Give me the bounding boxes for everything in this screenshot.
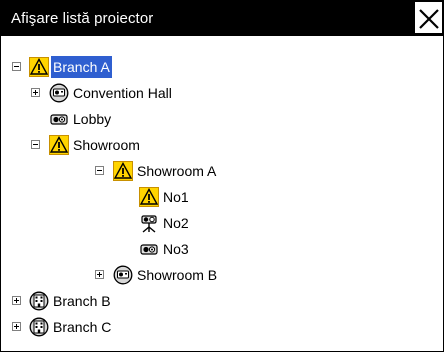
projector-icon [113, 265, 133, 285]
tree-item-label: Branch B [53, 293, 111, 309]
collapse-icon[interactable] [95, 166, 104, 175]
warning-icon [139, 187, 159, 207]
tree-item-label: Convention Hall [73, 85, 172, 101]
tree-item-branch-a[interactable]: Branch A [1, 56, 301, 80]
projector-small-icon [139, 239, 159, 259]
tree-item-label: Showroom B [137, 267, 218, 283]
tree-item-label: Lobby [73, 111, 112, 127]
expand-icon[interactable] [31, 88, 40, 97]
projector-tree: Branch A Convention Hall Lobby Showroom … [1, 36, 443, 351]
projector-small-icon [49, 109, 69, 129]
warning-icon [113, 161, 133, 181]
tree-item-label: Showroom A [137, 163, 217, 179]
window-title: Afişare listă proiector [11, 10, 154, 27]
warning-icon [49, 135, 69, 155]
expand-icon[interactable] [12, 296, 21, 305]
tree-item-label: No3 [163, 241, 189, 257]
tree-item-showroom-b[interactable]: Showroom B [1, 264, 301, 288]
tree-item-branch-b[interactable]: Branch B [1, 290, 301, 314]
projector-list-window: Afişare listă proiector Branch A Convent… [0, 0, 444, 352]
building-icon [29, 317, 49, 337]
projector-icon [49, 83, 69, 103]
tree-item-convention-hall[interactable]: Convention Hall [1, 82, 301, 106]
title-bar: Afişare listă proiector [1, 1, 443, 36]
building-icon [29, 291, 49, 311]
collapse-icon[interactable] [31, 140, 40, 149]
collapse-icon[interactable] [12, 62, 21, 71]
tree-item-no1[interactable]: No1 [1, 186, 301, 210]
expand-icon[interactable] [95, 270, 104, 279]
warning-icon [29, 57, 49, 77]
projector-stand-icon [139, 213, 159, 233]
tree-item-showroom-a[interactable]: Showroom A [1, 160, 301, 184]
tree-item-showroom[interactable]: Showroom [1, 134, 301, 158]
tree-item-branch-c[interactable]: Branch C [1, 316, 301, 340]
tree-item-no2[interactable]: No2 [1, 212, 301, 236]
tree-item-lobby[interactable]: Lobby [1, 108, 301, 132]
close-button[interactable] [414, 1, 443, 34]
expand-icon[interactable] [12, 322, 21, 331]
tree-item-label: No2 [163, 215, 189, 231]
tree-item-label: Branch C [53, 319, 112, 335]
tree-item-label: Branch A [51, 56, 112, 78]
close-icon [419, 9, 439, 29]
tree-item-label: No1 [163, 189, 189, 205]
tree-item-label: Showroom [73, 137, 140, 153]
tree-item-no3[interactable]: No3 [1, 238, 301, 262]
